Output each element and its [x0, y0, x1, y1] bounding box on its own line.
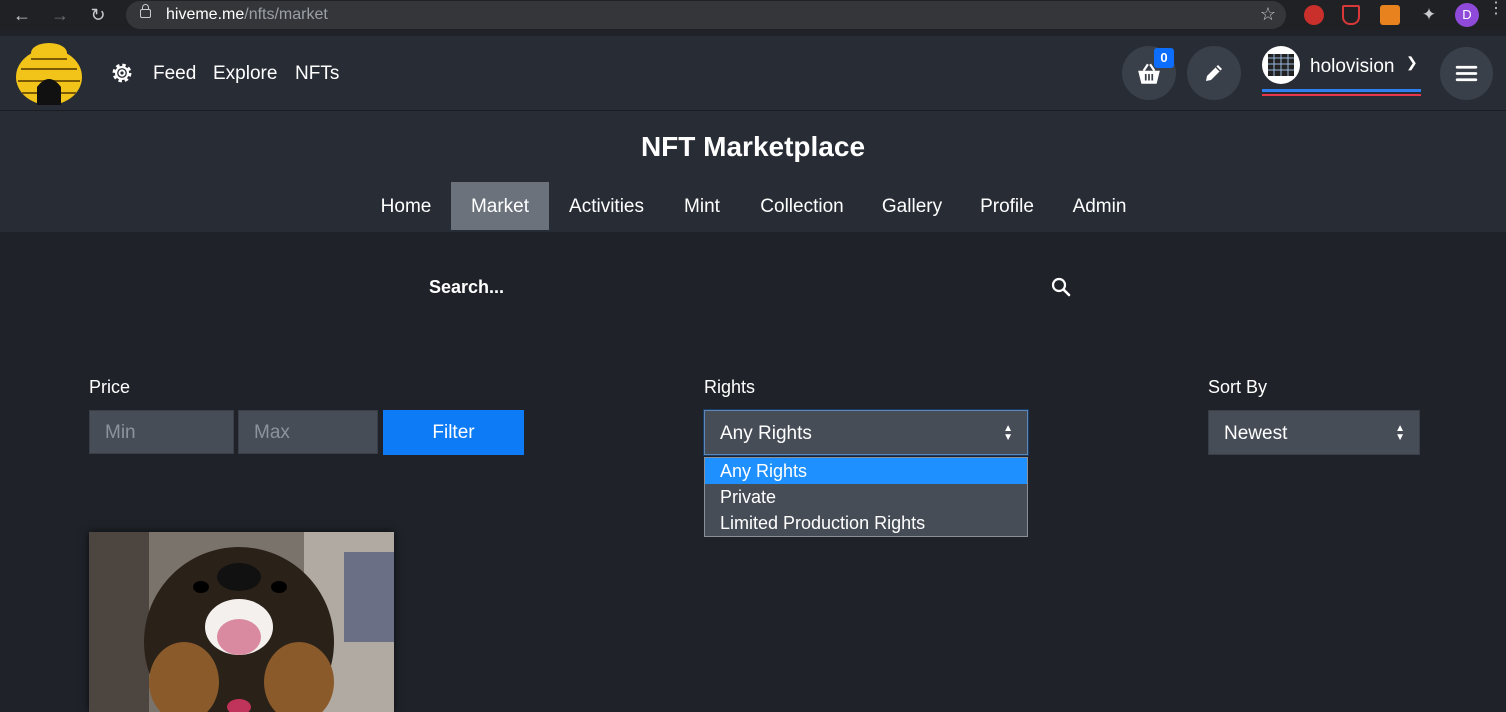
rights-option[interactable]: Any Rights [705, 458, 1027, 484]
price-label: Price [89, 377, 131, 397]
min-price-input[interactable]: Min [89, 410, 234, 454]
rights-selected-value: Any Rights [720, 423, 812, 444]
page-title: NFT Marketplace [640, 131, 866, 162]
pencil-icon [1206, 65, 1222, 81]
nft-card[interactable] [89, 532, 394, 712]
nav-nfts[interactable]: NFTs [295, 63, 339, 85]
gear-icon[interactable] [109, 60, 135, 86]
hamburger-menu-button[interactable] [1440, 47, 1493, 100]
rights-label: Rights [704, 377, 756, 397]
max-price-input[interactable]: Max [238, 410, 378, 454]
create-post-button[interactable] [1187, 46, 1241, 100]
user-underline-blue [1262, 89, 1421, 92]
sort-label: Sort By [1208, 377, 1268, 397]
select-arrows-icon: ▲ ▼ [1395, 423, 1405, 443]
chevron-down-icon: ❯ [1406, 54, 1418, 70]
address-bar[interactable]: hiveme.me/nfts/market ☆ [126, 1, 1286, 29]
browser-toolbar: ← → ↻ hiveme.me/nfts/market ☆ ✦ D ⋮ [0, 0, 1506, 30]
profile-avatar[interactable]: D [1455, 3, 1479, 27]
nft-image [89, 532, 394, 712]
rights-select[interactable]: Any Rights ▲ ▼ [704, 410, 1028, 455]
user-underline-red [1262, 94, 1421, 96]
beehive-logo[interactable] [15, 39, 83, 107]
search-icon[interactable] [1049, 275, 1073, 299]
tab-activities[interactable]: Activities [559, 182, 654, 230]
url-text: hiveme.me/nfts/market [166, 6, 328, 23]
hamburger-icon [1455, 65, 1478, 82]
shield-extension-icon[interactable] [1342, 5, 1360, 25]
market-subheader: NFT Marketplace Home Market Activities M… [0, 111, 1506, 232]
sort-selected-value: Newest [1224, 423, 1288, 444]
star-icon[interactable]: ☆ [1260, 4, 1276, 25]
username: holovision [1310, 56, 1395, 77]
reload-icon[interactable]: ↻ [86, 3, 110, 27]
tab-admin[interactable]: Admin [1063, 182, 1136, 230]
tab-market[interactable]: Market [451, 182, 549, 230]
metamask-fox-icon[interactable] [1380, 5, 1400, 25]
back-arrow-icon[interactable]: ← [10, 3, 34, 27]
site-header: Feed Explore NFTs 0 holovision ❯ [0, 36, 1506, 111]
cart-count-badge: 0 [1154, 48, 1174, 68]
sort-select[interactable]: Newest ▲ ▼ [1208, 410, 1420, 455]
filter-button[interactable]: Filter [383, 410, 524, 455]
user-avatar [1262, 46, 1300, 84]
tab-profile[interactable]: Profile [971, 182, 1043, 230]
select-arrows-icon: ▲ ▼ [1003, 423, 1013, 443]
tab-collection[interactable]: Collection [751, 182, 853, 230]
tab-gallery[interactable]: Gallery [874, 182, 950, 230]
forward-arrow-icon[interactable]: → [48, 3, 72, 27]
tab-mint[interactable]: Mint [673, 182, 731, 230]
extension-icon[interactable] [1304, 5, 1324, 25]
search-input[interactable]: Search... [429, 277, 504, 298]
kebab-menu-icon[interactable]: ⋮ [1488, 1, 1504, 17]
user-menu[interactable]: holovision ❯ [1262, 46, 1422, 98]
lock-icon [140, 4, 151, 18]
nav-explore[interactable]: Explore [213, 63, 277, 85]
extensions-icon[interactable]: ✦ [1417, 3, 1441, 27]
rights-dropdown: Any Rights Private Limited Production Ri… [704, 457, 1028, 537]
rights-option[interactable]: Limited Production Rights [705, 510, 1027, 536]
nav-feed[interactable]: Feed [153, 63, 196, 85]
tab-home[interactable]: Home [371, 182, 441, 230]
rights-option[interactable]: Private [705, 484, 1027, 510]
